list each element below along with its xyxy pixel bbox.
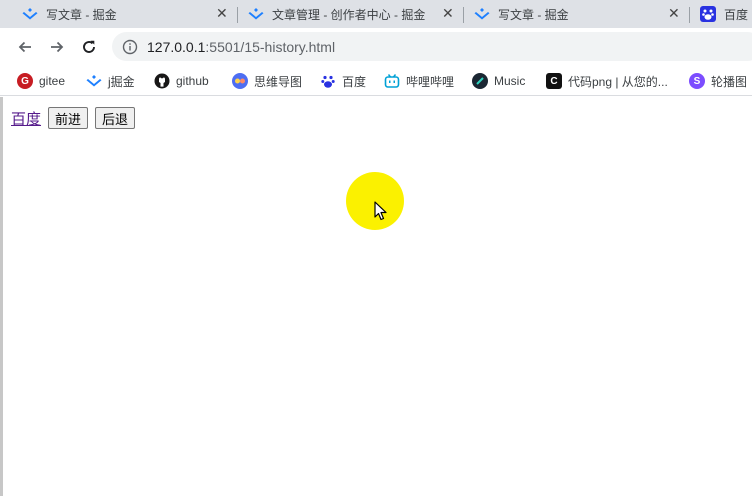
bookmark-label: 百度 <box>342 74 367 89</box>
browser-toolbar: 127.0.0.1:5501/15-history.html <box>0 28 752 65</box>
tab-title: 百度 <box>724 7 749 22</box>
bookmark-baidu[interactable]: 百度 <box>320 71 366 91</box>
back-arrow-icon[interactable] <box>14 36 36 58</box>
baidu-icon <box>700 6 716 22</box>
tab-title: 文章管理 - 创作者中心 - 掘金 <box>272 7 426 22</box>
music-icon <box>472 73 488 89</box>
bookmarks-bar: G gitee j掘金 github 思维导图 百度 哔哩哔哩 Music C … <box>0 65 752 96</box>
juejin-icon <box>22 6 38 22</box>
tab-article-management[interactable]: 文章管理 - 创作者中心 - 掘金 ✕ <box>248 0 454 28</box>
back-button[interactable]: 后退 <box>95 107 136 129</box>
tab-separator <box>689 7 690 23</box>
url-text: 127.0.0.1:5501/15-history.html <box>147 39 335 55</box>
bookmark-label: 思维导图 <box>254 74 303 89</box>
bookmark-label: j掘金 <box>108 74 135 89</box>
juejin-icon <box>248 6 264 22</box>
bookmark-label: Music <box>494 74 526 88</box>
bookmark-carousel[interactable]: S 轮播图 <box>689 71 747 91</box>
bilibili-icon <box>384 73 400 89</box>
gitee-icon: G <box>17 73 33 89</box>
tab-close-icon[interactable]: ✕ <box>442 6 454 20</box>
tab-title: 写文章 - 掘金 <box>498 7 569 22</box>
tab-close-icon[interactable]: ✕ <box>668 6 680 20</box>
tab-baidu[interactable]: 百度 <box>700 0 748 28</box>
bookmark-label: 代码png | 从您的... <box>568 74 668 89</box>
url-path: :5501/15-history.html <box>205 38 336 55</box>
forward-arrow-icon[interactable] <box>46 36 68 58</box>
bookmark-carbon[interactable]: C 代码png | 从您的... <box>546 71 668 91</box>
bookmark-label: github <box>176 74 209 88</box>
mouse-cursor-icon <box>374 201 388 226</box>
bookmark-gitee[interactable]: G gitee <box>17 71 65 91</box>
reload-icon[interactable] <box>78 36 100 58</box>
bookmark-bilibili[interactable]: 哔哩哔哩 <box>384 71 454 91</box>
url-host: 127.0.0.1 <box>147 38 206 55</box>
s-icon: S <box>689 73 705 89</box>
bookmark-label: gitee <box>39 74 66 88</box>
baidu-link[interactable]: 百度 <box>11 108 41 129</box>
bookmark-github[interactable]: github <box>154 71 209 91</box>
bookmark-mindmap[interactable]: 思维导图 <box>232 71 302 91</box>
bookmark-label: 轮播图 <box>711 74 748 89</box>
tab-separator <box>463 7 464 23</box>
tab-strip: 写文章 - 掘金 ✕ 文章管理 - 创作者中心 - 掘金 ✕ 写文章 - 掘金 … <box>0 0 752 28</box>
juejin-icon <box>474 6 490 22</box>
mindmap-icon <box>232 73 248 89</box>
tab-write-article-1[interactable]: 写文章 - 掘金 ✕ <box>22 0 228 28</box>
bookmark-label: 哔哩哔哩 <box>406 74 455 89</box>
info-icon[interactable] <box>122 39 138 55</box>
tab-separator <box>237 7 238 23</box>
baidu-icon <box>320 73 336 89</box>
bookmark-juejin[interactable]: j掘金 <box>86 71 135 91</box>
tab-write-article-2[interactable]: 写文章 - 掘金 ✕ <box>474 0 680 28</box>
bookmark-music[interactable]: Music <box>472 71 525 91</box>
page-viewport: 百度 前进 后退 <box>3 97 752 496</box>
github-icon <box>154 73 170 89</box>
tab-close-icon[interactable]: ✕ <box>216 6 228 20</box>
address-bar[interactable]: 127.0.0.1:5501/15-history.html <box>112 32 752 61</box>
juejin-icon <box>86 73 102 89</box>
carbon-icon: C <box>546 73 562 89</box>
forward-button[interactable]: 前进 <box>48 107 89 129</box>
tab-title: 写文章 - 掘金 <box>46 7 117 22</box>
